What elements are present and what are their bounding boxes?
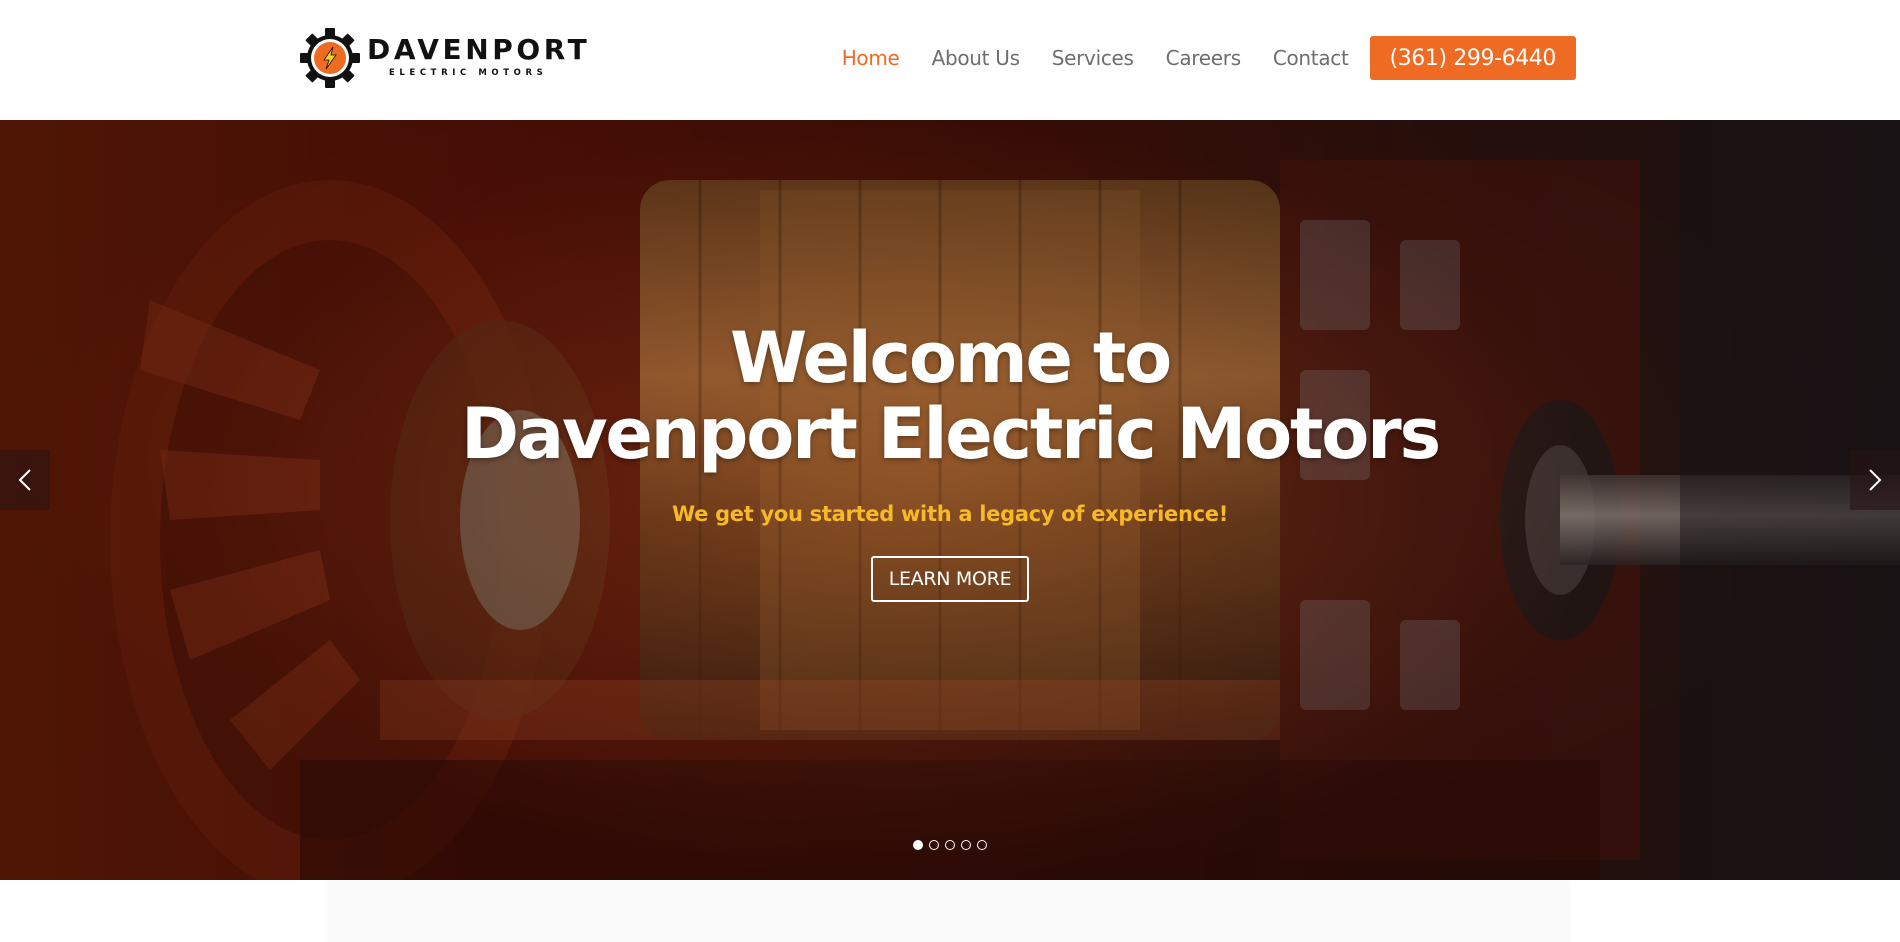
logo-wordmark: DAVENPORT bbox=[367, 33, 591, 66]
hero-title-line-2: Davenport Electric Motors bbox=[461, 393, 1441, 475]
phone-button[interactable]: (361) 299-6440 bbox=[1369, 36, 1576, 80]
slider-dot-4[interactable] bbox=[961, 840, 971, 850]
hero-slider: Welcome to Davenport Electric Motors We … bbox=[0, 120, 1900, 880]
nav-services[interactable]: Services bbox=[1052, 46, 1134, 70]
logo-tagline: ELECTRIC MOTORS bbox=[389, 68, 548, 78]
site-logo[interactable]: DAVENPORT ELECTRIC MOTORS bbox=[300, 28, 587, 88]
slider-dot-2[interactable] bbox=[929, 840, 939, 850]
gear-lightning-icon bbox=[300, 28, 360, 88]
hero-subtitle: We get you started with a legacy of expe… bbox=[672, 502, 1228, 526]
chevron-right-icon bbox=[1869, 469, 1882, 491]
slider-pagination bbox=[0, 840, 1900, 850]
main-nav: Home About Us Services Careers Contact (… bbox=[810, 36, 1576, 80]
content-section bbox=[0, 880, 1900, 942]
nav-about-us[interactable]: About Us bbox=[932, 46, 1020, 70]
hero-title: Welcome to Davenport Electric Motors bbox=[0, 320, 1900, 472]
hero-content: Welcome to Davenport Electric Motors We … bbox=[0, 320, 1900, 602]
learn-more-button[interactable]: LEARN MORE bbox=[870, 556, 1030, 602]
nav-contact[interactable]: Contact bbox=[1273, 46, 1349, 70]
nav-home[interactable]: Home bbox=[842, 46, 900, 70]
slider-next-button[interactable] bbox=[1850, 450, 1900, 510]
slider-dot-5[interactable] bbox=[977, 840, 987, 850]
hero-title-line-1: Welcome to bbox=[729, 317, 1172, 399]
content-panel bbox=[327, 880, 1571, 942]
slider-dot-1[interactable] bbox=[913, 840, 923, 850]
site-header: DAVENPORT ELECTRIC MOTORS Home About Us … bbox=[0, 0, 1900, 120]
chevron-left-icon bbox=[18, 469, 31, 491]
slider-dot-3[interactable] bbox=[945, 840, 955, 850]
slider-prev-button[interactable] bbox=[0, 450, 50, 510]
nav-careers[interactable]: Careers bbox=[1166, 46, 1241, 70]
